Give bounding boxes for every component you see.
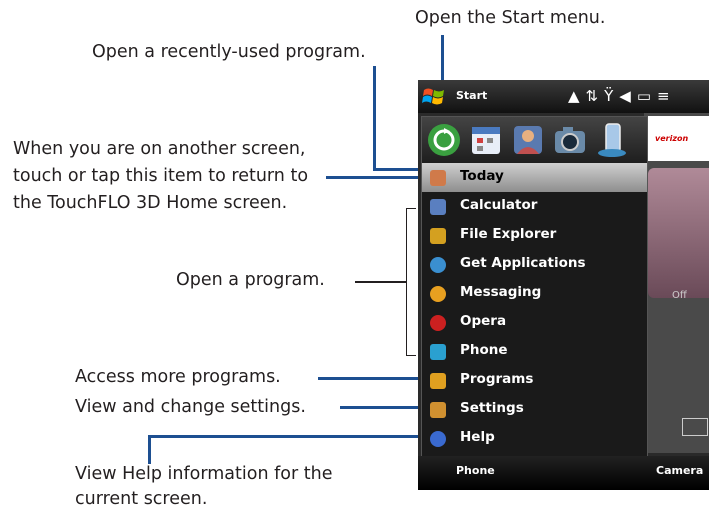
callout-recent-program: Open a recently-used program.	[92, 42, 366, 62]
help-icon	[430, 431, 446, 447]
messaging-icon	[430, 286, 446, 302]
callout-help-line-2: current screen.	[75, 489, 208, 509]
callout-open-program: Open a program.	[176, 270, 325, 290]
callout-line-open-program	[355, 281, 406, 283]
menu-item-settings[interactable]: Settings	[422, 395, 647, 424]
callout-help-line-1: View Help information for the	[75, 464, 333, 484]
menu-item-label: Calculator	[460, 197, 538, 213]
file-explorer-icon	[430, 228, 446, 244]
mail-icon[interactable]	[682, 418, 708, 436]
calculator-icon	[430, 199, 446, 215]
carrier-logo: verizon	[655, 134, 689, 143]
callout-line-today	[326, 176, 421, 179]
phone-screen: Start ▲⇅Ÿ◀▭≡ verizon Off Today Calculato…	[418, 80, 709, 490]
start-title[interactable]: Start	[456, 89, 487, 102]
phone-icon	[430, 344, 446, 360]
menu-item-today[interactable]: Today	[422, 163, 647, 192]
callout-line-recent-vertical	[373, 66, 376, 170]
signal-icon: ▲	[568, 87, 586, 105]
programs-icon	[430, 373, 446, 389]
callout-start-menu: Open the Start menu.	[415, 8, 606, 28]
antenna-icon: Ÿ	[604, 87, 620, 105]
phone-softkey[interactable]: Phone	[456, 464, 495, 477]
menu-item-label: File Explorer	[460, 226, 557, 242]
refresh-icon[interactable]	[426, 122, 462, 158]
volume-icon[interactable]: ◀	[619, 87, 637, 105]
alarm-off-label: Off	[672, 290, 687, 301]
callout-today-line-3: the TouchFLO 3D Home screen.	[13, 193, 288, 213]
start-menu: Today Calculator File Explorer Get Appli…	[421, 116, 648, 458]
menu-item-get-applications[interactable]: Get Applications	[422, 250, 647, 279]
callout-line-help-horizontal	[148, 435, 421, 438]
menu-item-label: Settings	[460, 400, 524, 416]
calendar-icon[interactable]	[468, 122, 504, 158]
menu-item-programs[interactable]: Programs	[422, 366, 647, 395]
callout-line-help-vertical	[148, 436, 151, 464]
menu-item-label: Get Applications	[460, 255, 586, 271]
menu-item-label: Help	[460, 429, 495, 445]
camera-icon[interactable]	[552, 122, 588, 158]
callout-more-programs: Access more programs.	[75, 367, 281, 387]
callout-today-line-1: When you are on another screen,	[13, 139, 306, 159]
get-applications-icon	[430, 257, 446, 273]
menu-item-label: Opera	[460, 313, 507, 329]
settings-icon	[430, 402, 446, 418]
recent-programs-row	[422, 117, 647, 163]
callout-today-line-2: touch or tap this item to return to	[13, 166, 309, 186]
menu-icon[interactable]: ≡	[657, 87, 676, 105]
title-bar: Start ▲⇅Ÿ◀▭≡	[418, 80, 709, 113]
menu-item-label: Phone	[460, 342, 508, 358]
menu-item-label: Messaging	[460, 284, 542, 300]
data-icon: ⇅	[585, 87, 605, 105]
clock-panel	[648, 168, 709, 298]
bracket-open-program	[406, 208, 416, 356]
menu-item-messaging[interactable]: Messaging	[422, 279, 647, 308]
windows-start-icon[interactable]	[421, 84, 447, 110]
menu-item-phone[interactable]: Phone	[422, 337, 647, 366]
menu-item-opera[interactable]: Opera	[422, 308, 647, 337]
battery-icon: ▭	[636, 87, 658, 105]
today-icon	[430, 170, 446, 186]
callout-line-more-programs	[318, 377, 421, 380]
menu-item-label: Today	[460, 168, 504, 184]
opera-icon	[430, 315, 446, 331]
phone-device-icon[interactable]	[594, 122, 630, 158]
menu-item-file-explorer[interactable]: File Explorer	[422, 221, 647, 250]
status-icons: ▲⇅Ÿ◀▭≡	[568, 87, 676, 105]
callout-settings: View and change settings.	[75, 397, 306, 417]
callout-line-recent-horizontal	[373, 168, 421, 171]
callout-line-settings	[340, 406, 421, 409]
camera-softkey[interactable]: Camera	[656, 464, 703, 477]
soft-key-bar: Phone Camera	[418, 456, 709, 490]
contacts-icon[interactable]	[510, 122, 546, 158]
menu-item-calculator[interactable]: Calculator	[422, 192, 647, 221]
menu-item-label: Programs	[460, 371, 534, 387]
callout-line-start-vertical	[441, 35, 444, 80]
menu-item-help[interactable]: Help	[422, 424, 647, 453]
